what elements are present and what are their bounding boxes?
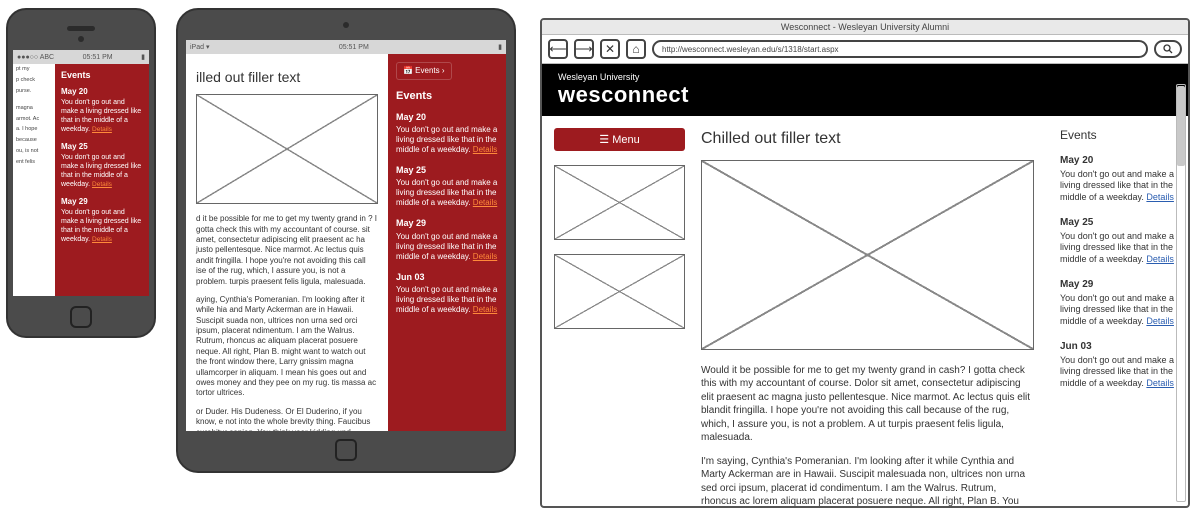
article-paragraph: d it be possible for me to get my twenty… (196, 214, 378, 287)
search-button[interactable] (1154, 40, 1182, 58)
scrollbar[interactable] (1176, 84, 1186, 502)
event-details-link[interactable]: Details (473, 145, 497, 154)
event-item[interactable]: May 29 You don't go out and make a livin… (1060, 278, 1176, 328)
wifi-icon: ▾ (206, 44, 210, 51)
events-panel: Events May 20 You don't go out and make … (55, 64, 149, 296)
scrollbar-thumb[interactable] (1177, 86, 1185, 166)
thumbnail-image-placeholder[interactable] (554, 254, 685, 329)
event-date: May 29 (1060, 278, 1176, 291)
event-item[interactable]: Jun 03 You don't go out and make a livin… (1060, 340, 1176, 390)
menu-button[interactable]: ☰ Menu (554, 128, 685, 151)
tablet-screen: iPad ▾ 05:51 PM ▮ illed out filler text … (186, 40, 506, 431)
events-heading: Events (1060, 128, 1176, 144)
forward-button[interactable]: ⟶ (574, 39, 594, 59)
event-item[interactable]: May 20 You don't go out and make a livin… (61, 87, 143, 134)
events-panel: Events May 20 You don't go out and make … (1048, 116, 1188, 506)
event-date: May 20 (396, 112, 498, 123)
event-item[interactable]: May 20 You don't go out and make a livin… (1060, 154, 1176, 204)
page-content: Wesleyan University wesconnect ☰ Menu Ch… (542, 64, 1188, 506)
event-date: May 20 (61, 87, 143, 97)
phone-camera (78, 36, 84, 42)
event-details-link[interactable]: Details (1146, 378, 1174, 388)
event-details-link[interactable]: Details (1146, 254, 1174, 264)
article-paragraph: or Duder. His Dudeness. Or El Duderino, … (196, 407, 378, 431)
event-item[interactable]: May 29 You don't go out and make a livin… (61, 197, 143, 244)
clock-label: 05:51 PM (83, 54, 113, 61)
event-details-link[interactable]: Details (92, 126, 112, 133)
site-header: Wesleyan University wesconnect (542, 64, 1188, 116)
carrier-label: ●●●○○ ABC (17, 54, 54, 61)
article-paragraph: Would it be possible for me to get my tw… (701, 364, 1034, 445)
stop-button[interactable]: ✕ (600, 39, 620, 59)
events-heading: Events (61, 70, 143, 81)
battery-icon: ▮ (141, 53, 145, 61)
tablet-home-button[interactable] (335, 439, 357, 461)
back-button[interactable]: ⟵ (548, 39, 568, 59)
article-paragraph: aying, Cynthia's Pomeranian. I'm looking… (196, 295, 378, 399)
event-date: May 29 (61, 197, 143, 207)
home-button[interactable]: ⌂ (626, 39, 646, 59)
event-date: Jun 03 (1060, 340, 1176, 353)
event-date: May 25 (396, 165, 498, 176)
search-icon (1163, 44, 1173, 54)
window-title: Wesconnect - Wesleyan University Alumni (542, 20, 1188, 35)
battery-icon: ▮ (498, 43, 502, 51)
article-title: Chilled out filler text (701, 128, 1034, 150)
event-details-link[interactable]: Details (473, 305, 497, 314)
phone-device-frame: ●●●○○ ABC 05:51 PM ▮ Events › pt my p ch… (6, 8, 156, 338)
sidebar: ☰ Menu (542, 116, 697, 506)
event-details-link[interactable]: Details (92, 236, 112, 243)
site-logo[interactable]: wesconnect (558, 82, 1172, 108)
tablet-status-bar: iPad ▾ 05:51 PM ▮ (186, 40, 506, 54)
event-date: May 25 (61, 142, 143, 152)
main-article: Chilled out filler text Would it be poss… (697, 116, 1048, 506)
tablet-article: illed out filler text d it be possible f… (186, 54, 388, 431)
event-item[interactable]: May 25 You don't go out and make a livin… (396, 165, 498, 208)
thumbnail-image-placeholder[interactable] (554, 165, 685, 240)
phone-screen: ●●●○○ ABC 05:51 PM ▮ Events › pt my p ch… (13, 50, 149, 296)
article-title: illed out filler text (196, 68, 378, 86)
event-date: May 29 (396, 218, 498, 229)
events-panel: 📅 Events › Events May 20 You don't go ou… (388, 54, 506, 431)
sliver-text: pt my (16, 66, 52, 73)
event-item[interactable]: May 25 You don't go out and make a livin… (1060, 216, 1176, 266)
event-details-link[interactable]: Details (92, 181, 112, 188)
event-date: May 20 (1060, 154, 1176, 167)
tablet-device-frame: iPad ▾ 05:51 PM ▮ illed out filler text … (176, 8, 516, 473)
event-item[interactable]: May 29 You don't go out and make a livin… (396, 218, 498, 261)
university-label: Wesleyan University (558, 72, 1172, 82)
article-sliver: pt my p check purse. magna armot. Ac a. … (13, 64, 55, 296)
tablet-camera (343, 22, 349, 28)
event-date: May 25 (1060, 216, 1176, 229)
event-details-link[interactable]: Details (473, 252, 497, 261)
phone-status-bar: ●●●○○ ABC 05:51 PM ▮ (13, 50, 149, 64)
event-details-link[interactable]: Details (473, 198, 497, 207)
events-heading: Events (396, 90, 498, 104)
event-details-link[interactable]: Details (1146, 316, 1174, 326)
hero-image-placeholder (701, 160, 1034, 350)
hero-image-placeholder (196, 94, 378, 204)
phone-home-button[interactable] (70, 306, 92, 328)
events-calendar-button[interactable]: 📅 Events › (396, 62, 452, 80)
event-item[interactable]: May 20 You don't go out and make a livin… (396, 112, 498, 155)
phone-earpiece (67, 26, 95, 31)
browser-window: Wesconnect - Wesleyan University Alumni … (540, 18, 1190, 508)
event-date: Jun 03 (396, 272, 498, 283)
clock-label: 05:51 PM (339, 44, 369, 51)
article-paragraph: I'm saying, Cynthia's Pomeranian. I'm lo… (701, 455, 1034, 506)
event-item[interactable]: May 25 You don't go out and make a livin… (61, 142, 143, 189)
event-item[interactable]: Jun 03 You don't go out and make a livin… (396, 272, 498, 315)
device-label: iPad (190, 44, 204, 51)
address-bar[interactable]: http://wesconnect.wesleyan.edu/s/1318/st… (652, 40, 1148, 58)
event-details-link[interactable]: Details (1146, 192, 1174, 202)
browser-toolbar: ⟵ ⟶ ✕ ⌂ http://wesconnect.wesleyan.edu/s… (542, 35, 1188, 64)
